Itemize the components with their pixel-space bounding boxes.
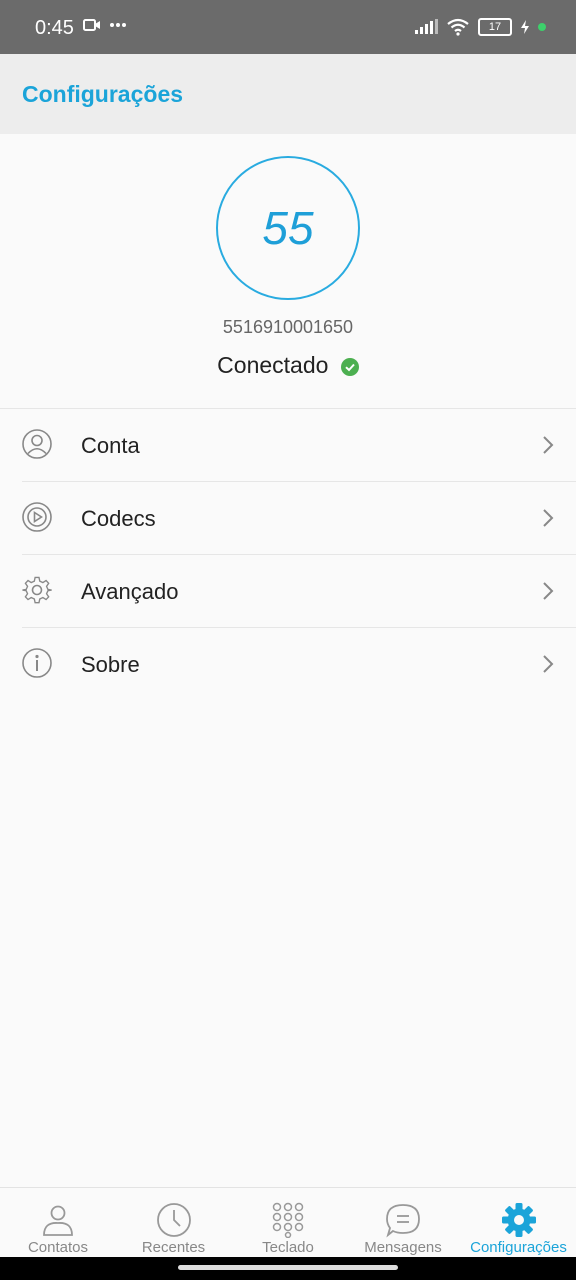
nav-label: Teclado bbox=[262, 1239, 314, 1256]
menu-item-codecs[interactable]: Codecs bbox=[22, 482, 576, 555]
menu-item-conta[interactable]: Conta bbox=[22, 409, 576, 482]
menu-item-label: Sobre bbox=[81, 652, 140, 677]
contacts-icon bbox=[43, 1205, 73, 1236]
chevron-right-icon bbox=[543, 655, 554, 673]
charging-icon bbox=[521, 20, 529, 34]
video-camera-icon bbox=[83, 19, 100, 31]
avatar[interactable]: 55 bbox=[216, 156, 360, 300]
home-indicator[interactable] bbox=[178, 1265, 398, 1270]
nav-item-recentes[interactable]: Recentes bbox=[116, 1188, 231, 1258]
menu-item-label: Codecs bbox=[81, 506, 156, 531]
menu-item-sobre[interactable]: Sobre bbox=[22, 628, 576, 700]
status-left-icons bbox=[83, 18, 127, 32]
connection-status: Conectado bbox=[0, 352, 576, 379]
info-icon bbox=[22, 648, 52, 678]
signal-icon bbox=[415, 19, 438, 34]
page-title: Configurações bbox=[22, 81, 184, 107]
keypad-icon bbox=[272, 1202, 304, 1238]
profile-section: 55 5516910001650 Conectado bbox=[0, 134, 576, 408]
system-navigation-bar bbox=[0, 1257, 576, 1280]
connection-status-label: Conectado bbox=[217, 352, 329, 378]
more-dots-icon bbox=[110, 23, 126, 27]
nav-item-configuracoes[interactable]: Configurações bbox=[461, 1188, 576, 1258]
nav-label: Configurações bbox=[470, 1239, 567, 1256]
menu-item-label: Avançado bbox=[81, 579, 179, 604]
nav-item-contatos[interactable]: Contatos bbox=[0, 1188, 116, 1258]
status-time: 0:45 bbox=[35, 17, 74, 39]
avatar-text: 55 bbox=[262, 202, 314, 254]
chevron-right-icon bbox=[543, 509, 554, 527]
wifi-icon bbox=[447, 18, 469, 36]
menu-item-avancado[interactable]: Avançado bbox=[22, 555, 576, 628]
gear-icon bbox=[22, 576, 52, 604]
privacy-indicator-dot bbox=[538, 23, 546, 31]
check-circle-icon bbox=[340, 357, 359, 376]
nav-item-mensagens[interactable]: Mensagens bbox=[345, 1188, 461, 1258]
menu-item-label: Conta bbox=[81, 433, 140, 458]
message-icon bbox=[386, 1204, 420, 1238]
nav-item-teclado[interactable]: Teclado bbox=[231, 1188, 345, 1258]
battery-icon: 17 bbox=[478, 18, 512, 36]
user-icon bbox=[22, 429, 52, 459]
bottom-nav: Contatos Recentes Teclado Mensagens Conf… bbox=[0, 1187, 576, 1258]
account-number: 5516910001650 bbox=[222, 317, 354, 337]
nav-label: Mensagens bbox=[364, 1239, 442, 1256]
codec-icon bbox=[22, 502, 52, 532]
nav-label: Recentes bbox=[141, 1239, 206, 1256]
chevron-right-icon bbox=[543, 436, 554, 454]
chevron-right-icon bbox=[543, 582, 554, 600]
status-right-icons: 17 bbox=[414, 18, 546, 36]
settings-icon bbox=[501, 1203, 536, 1237]
settings-menu: Conta Codecs Avançado Sobre bbox=[0, 408, 576, 700]
nav-label: Contatos bbox=[27, 1239, 89, 1256]
clock-icon bbox=[156, 1203, 191, 1237]
status-bar: 0:45 17 bbox=[0, 0, 576, 54]
header: Configurações bbox=[0, 54, 576, 134]
